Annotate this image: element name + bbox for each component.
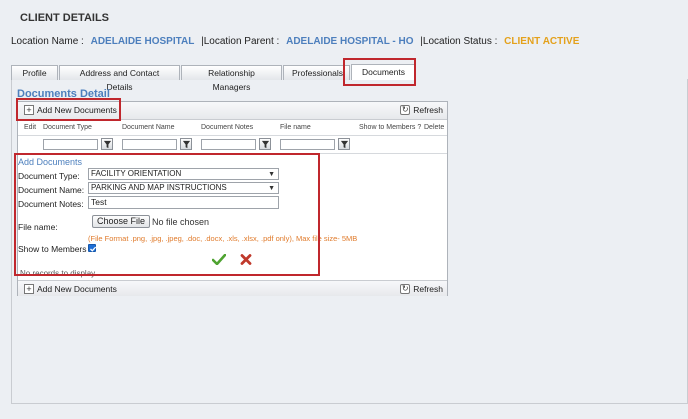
- documents-tab-highlight: [343, 58, 416, 86]
- refresh-icon: ↻: [400, 105, 411, 115]
- add-new-documents-button-bottom[interactable]: + Add New Documents: [24, 284, 117, 294]
- filter-notes-input[interactable]: [201, 139, 256, 150]
- col-file-name[interactable]: File name: [280, 124, 311, 131]
- location-bar: Location Name : ADELAIDE HOSPITAL |Locat…: [11, 36, 579, 47]
- filter-icon[interactable]: [259, 138, 271, 150]
- filter-icon[interactable]: [180, 138, 192, 150]
- filter-file-input[interactable]: [280, 139, 335, 150]
- filter-name-input[interactable]: [122, 139, 177, 150]
- add-new-documents-label: Add New Documents: [37, 284, 117, 294]
- tab-profile[interactable]: Profile: [11, 65, 58, 80]
- tab-address-contact[interactable]: Address and Contact Details: [59, 65, 180, 92]
- location-parent-label: |Location Parent :: [201, 36, 280, 47]
- grid-header-row: Edit Document Type Document Name Documen…: [18, 120, 447, 136]
- col-delete: Delete: [424, 124, 445, 131]
- grid-filter-row: [18, 136, 447, 154]
- location-status-label: |Location Status :: [420, 36, 498, 47]
- col-document-notes[interactable]: Document Notes: [201, 124, 253, 131]
- refresh-icon: ↻: [400, 284, 411, 294]
- grid-footer: + Add New Documents ↻ Refresh: [18, 280, 447, 296]
- col-show-to-members[interactable]: Show to Members ?: [359, 124, 421, 131]
- col-edit: Edit: [24, 124, 37, 131]
- filter-icon[interactable]: [338, 138, 350, 150]
- plus-icon: +: [24, 284, 34, 294]
- location-parent-value: ADELAIDE HOSPITAL - HO: [286, 36, 414, 47]
- col-document-name[interactable]: Document Name: [122, 124, 175, 131]
- add-documents-form-highlight: [14, 153, 320, 276]
- refresh-button-bottom[interactable]: ↻ Refresh: [400, 284, 443, 294]
- refresh-button[interactable]: ↻ Refresh: [400, 105, 443, 115]
- add-button-highlight: [16, 98, 121, 121]
- filter-type-input[interactable]: [43, 139, 98, 150]
- refresh-label: Refresh: [413, 105, 443, 115]
- tab-relationship-managers[interactable]: Relationship Managers: [181, 65, 282, 92]
- tab-professionals[interactable]: Professionals: [283, 65, 350, 80]
- location-name-value: ADELAIDE HOSPITAL: [90, 36, 195, 47]
- col-document-type[interactable]: Document Type: [43, 124, 92, 131]
- page-title: CLIENT DETAILS: [20, 12, 110, 24]
- location-status-value: CLIENT ACTIVE: [504, 36, 580, 47]
- location-name-label: Location Name :: [11, 36, 84, 47]
- filter-icon[interactable]: [101, 138, 113, 150]
- refresh-label: Refresh: [413, 284, 443, 294]
